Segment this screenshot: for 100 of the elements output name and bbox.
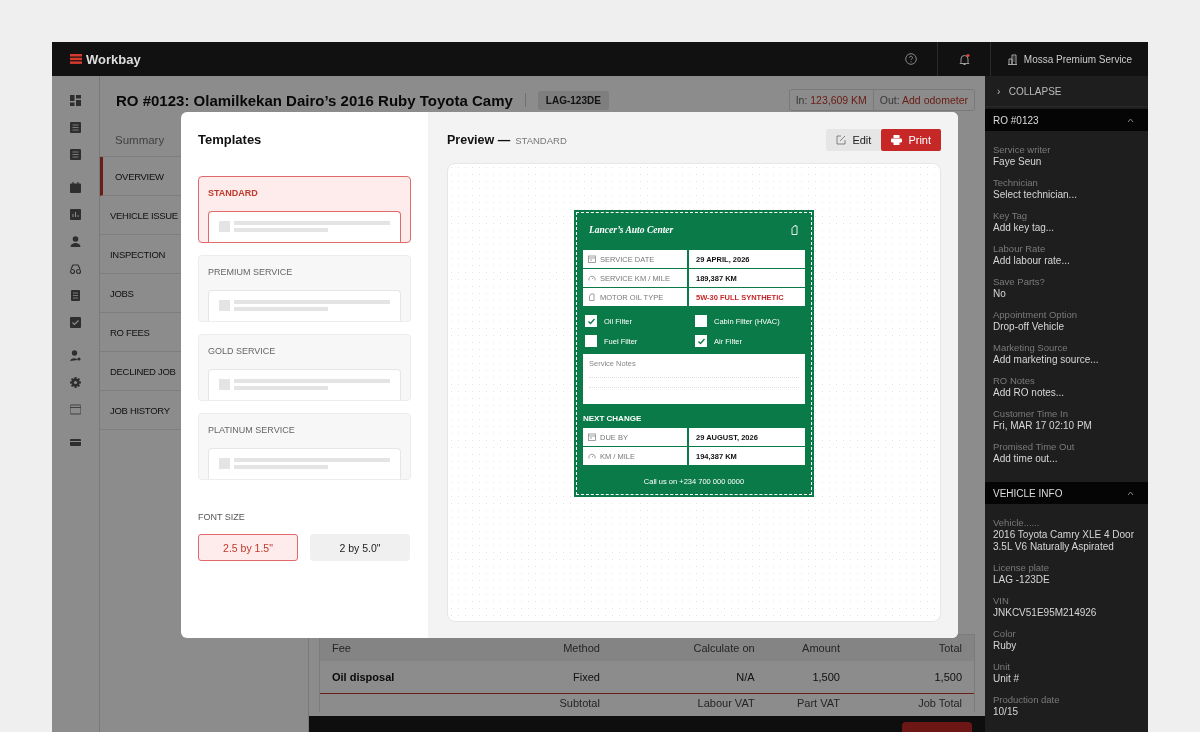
field-label: Appointment Option	[993, 309, 1078, 321]
dashboard-icon[interactable]	[70, 95, 81, 106]
field-value[interactable]: Add key tag...	[993, 222, 1140, 234]
list-icon[interactable]	[70, 149, 81, 160]
section-title: RO #0123	[993, 114, 1039, 126]
template-name: PREMIUM SERVICE	[208, 267, 294, 277]
field-value[interactable]: Add marketing source...	[993, 354, 1140, 366]
app-name: Workbay	[86, 51, 141, 67]
column-header: Calculate on	[692, 642, 755, 654]
card-icon[interactable]	[70, 437, 81, 448]
edit-icon	[836, 135, 847, 145]
field-value[interactable]: JNKCV51E95M214926	[993, 607, 1140, 619]
field-value[interactable]: Unit #	[993, 673, 1140, 685]
table-cell-text: N/A	[735, 671, 755, 683]
collapse-button[interactable]: › COLLAPSE	[985, 76, 1148, 107]
field-label: Unit	[993, 661, 1011, 673]
field-label: Key Tag	[993, 210, 1029, 222]
field-label: RO Notes	[993, 375, 1036, 387]
field-label: Production date	[993, 694, 1061, 706]
user-icon[interactable]	[70, 350, 81, 361]
printer-icon	[891, 135, 903, 145]
caret-icon	[1127, 117, 1134, 123]
template-name: GOLD SERVICE	[208, 346, 277, 356]
help-icon[interactable]	[905, 53, 917, 65]
table-cell-text: Fixed	[571, 671, 600, 683]
person-icon[interactable]	[70, 236, 81, 247]
field-value[interactable]: Ruby	[993, 640, 1140, 652]
template-card[interactable]: PREMIUM SERVICE	[198, 255, 411, 322]
document-icon[interactable]	[70, 290, 81, 301]
column-header: Method	[562, 642, 600, 654]
preview-title: Preview —	[447, 133, 511, 147]
car-icon[interactable]	[70, 263, 81, 274]
gauge-icon	[588, 274, 596, 282]
template-card[interactable]: STANDARD	[198, 176, 411, 243]
field-label: Technician	[993, 177, 1039, 189]
field-label: VIN	[993, 595, 1010, 607]
section-title: VEHICLE INFO	[993, 487, 1063, 499]
shop-name: Lancer’s Auto Center	[589, 225, 674, 235]
field-value[interactable]: Add RO notes...	[993, 387, 1140, 399]
account-name[interactable]: Mossa Premium Service	[1023, 53, 1133, 65]
oil-can-icon	[588, 293, 596, 301]
edit-button[interactable]: Edit	[826, 129, 882, 151]
calendar-icon	[588, 433, 596, 441]
checkbox-icon[interactable]	[70, 317, 81, 328]
settings-icon[interactable]	[70, 377, 81, 388]
table-cell-text: Subtotal	[558, 697, 600, 709]
table-cell-text: 1,500	[933, 671, 962, 683]
table-cell-text: Job Total	[917, 697, 962, 709]
size-option[interactable]: 2.5 by 1.5"	[198, 534, 298, 561]
size-option[interactable]: 2 by 5.0"	[310, 534, 410, 561]
table-cell-text: Part VAT	[795, 697, 840, 709]
field-label: Save Parts?	[993, 276, 1046, 288]
field-value[interactable]: Add labour rate...	[993, 255, 1140, 267]
table-cell-text: Oil disposal	[332, 671, 396, 683]
building-icon	[1006, 53, 1018, 65]
field-label: Customer Time In	[993, 408, 1069, 420]
field-value[interactable]: 10/15	[993, 706, 1140, 718]
field-label: Color	[993, 628, 1017, 640]
field-label: Service writer	[993, 144, 1052, 156]
list-icon[interactable]	[70, 122, 81, 133]
field-label: Marketing Source	[993, 342, 1069, 354]
table-cell-text: Labour VAT	[696, 697, 755, 709]
field-label: License plate	[993, 562, 1050, 574]
column-header: Amount	[801, 642, 840, 654]
section-header[interactable]: VEHICLE INFO	[985, 482, 1148, 504]
field-label: Promised Time Out	[993, 441, 1076, 453]
caret-icon	[1127, 490, 1134, 496]
field-value[interactable]: Select technician...	[993, 189, 1140, 201]
table-cell-text: 1,500	[811, 671, 840, 683]
window-icon[interactable]	[70, 404, 81, 415]
field-value[interactable]: Drop-off Vehicle	[993, 321, 1140, 333]
template-name: STANDARD	[208, 188, 259, 198]
section-heading: NEXT CHANGE	[583, 414, 643, 423]
field-label: Vehicle......	[993, 517, 1041, 529]
bell-icon[interactable]	[957, 52, 971, 66]
template-card[interactable]: PLATINUM SERVICE	[198, 413, 411, 480]
dialog-title: Templates	[198, 132, 263, 147]
section-label: FONT SIZE	[198, 512, 246, 522]
column-header: Total	[937, 642, 962, 654]
field-value[interactable]: No	[993, 288, 1140, 300]
preview-template: STANDARD	[515, 134, 567, 146]
gauge-icon	[588, 452, 596, 460]
section-header[interactable]: RO #0123	[985, 109, 1148, 131]
template-card[interactable]: GOLD SERVICE	[198, 334, 411, 401]
calendar-icon[interactable]	[70, 182, 81, 193]
calendar-icon	[588, 255, 596, 263]
field-value[interactable]: Fri, MAR 17 02:10 PM	[993, 420, 1140, 432]
field-value[interactable]: 2016 Toyota Camry XLE 4 Door 3.5L V6 Naturally Aspirated	[993, 529, 1140, 553]
page-title: RO #0123: Olamilkekan Dairo’s 2016 Ruby Toyota Camy	[116, 91, 513, 109]
field-value[interactable]: LAG -123DE	[993, 574, 1140, 586]
template-name: PLATINUM SERVICE	[208, 425, 296, 435]
print-button[interactable]: Print	[881, 129, 941, 151]
field-value[interactable]: Faye Seun	[993, 156, 1140, 168]
logo-icon	[70, 54, 82, 64]
field-value[interactable]: Add time out...	[993, 453, 1140, 465]
chart-icon[interactable]	[70, 209, 81, 220]
field-label: Labour Rate	[993, 243, 1047, 255]
oil-can-icon	[791, 225, 799, 235]
odometer-out[interactable]: Out: Add odometer	[872, 90, 974, 110]
odometer-in: In: 123,609 KM	[794, 93, 868, 108]
